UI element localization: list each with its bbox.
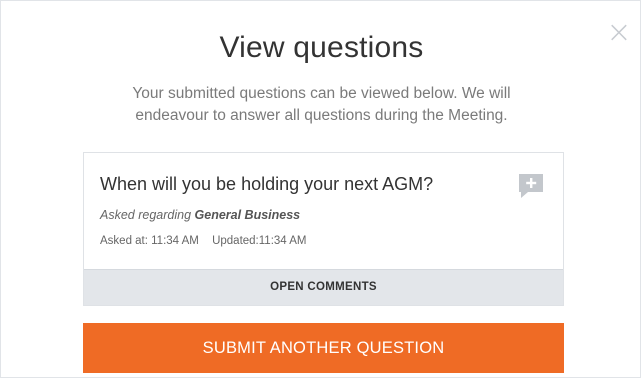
- open-comments-button[interactable]: OPEN COMMENTS: [84, 269, 563, 305]
- submit-another-question-button[interactable]: SUBMIT ANOTHER QUESTION: [83, 323, 564, 373]
- asked-at-time: Asked at: 11:34 AM: [100, 235, 199, 247]
- add-comment-icon[interactable]: [516, 171, 546, 201]
- question-text: When will you be holding your next AGM?: [100, 174, 434, 194]
- question-card: When will you be holding your next AGM? …: [83, 152, 564, 306]
- question-topic: General Business: [194, 208, 301, 222]
- modal-subtitle: Your submitted questions can be viewed b…: [132, 85, 511, 124]
- asked-regarding-label: Asked regarding: [100, 208, 192, 222]
- question-timestamps: Asked at: 11:34 AM Updated:11:34 AM: [100, 235, 317, 247]
- asked-regarding: Asked regarding General Business: [100, 208, 300, 222]
- modal-title: View questions: [219, 31, 424, 64]
- view-questions-modal: × View questions Your submitted question…: [0, 0, 641, 378]
- updated-time: Updated:11:34 AM: [212, 235, 307, 247]
